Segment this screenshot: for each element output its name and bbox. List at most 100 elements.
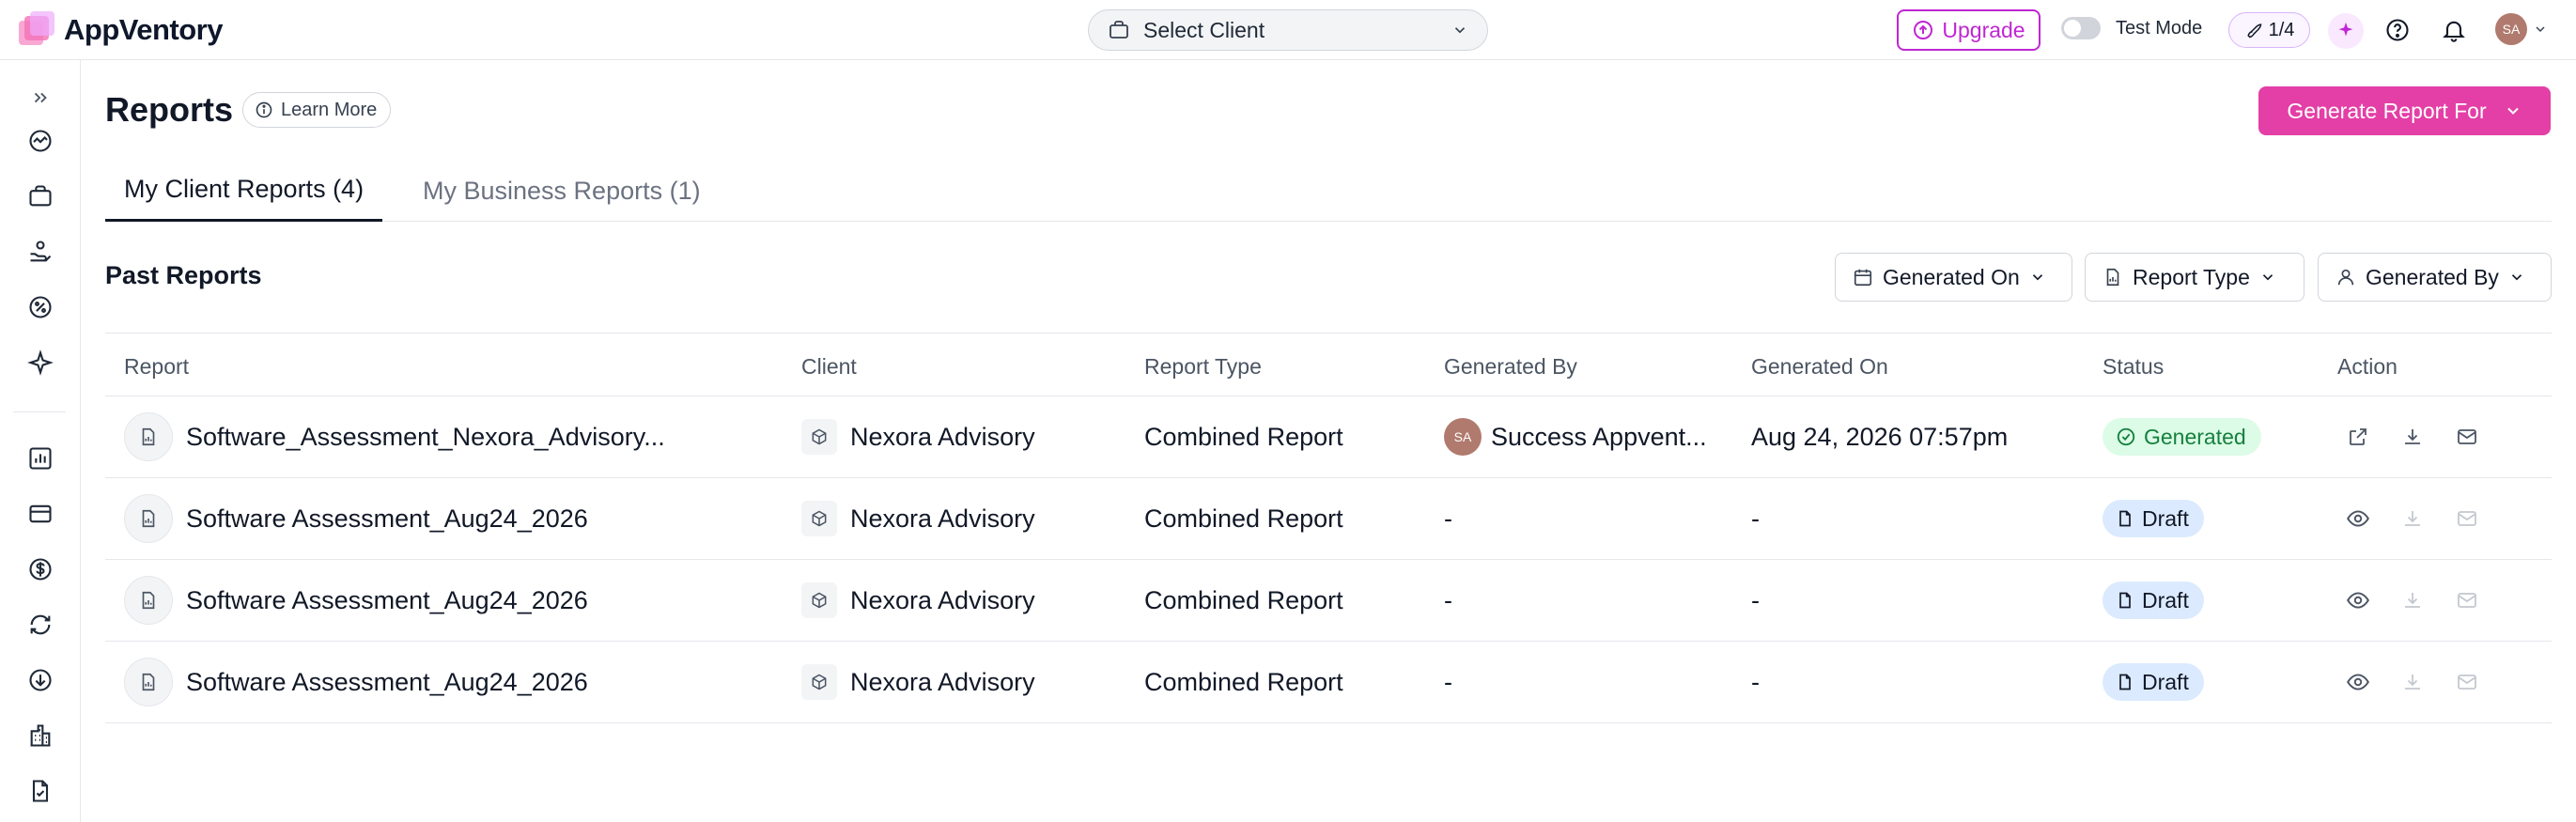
client-cell: Nexora Advisory — [801, 478, 1035, 559]
check-circle-icon — [2117, 427, 2135, 446]
report-cell[interactable]: Software Assessment_Aug24_2026 — [124, 560, 588, 641]
percent-icon — [29, 296, 52, 318]
report-cell[interactable]: Software Assessment_Aug24_2026 — [124, 478, 588, 559]
launch-progress-button[interactable]: 1/4 — [2228, 12, 2310, 48]
file-chart-icon — [124, 576, 173, 625]
cube-icon — [801, 582, 837, 618]
ai-assistant-button[interactable] — [2328, 13, 2364, 49]
logo-icon — [17, 11, 54, 49]
avatar: SA — [2495, 13, 2527, 45]
report-type: Combined Report — [1144, 504, 1343, 533]
section-title: Past Reports — [105, 261, 262, 289]
sidebar-item-downloads[interactable] — [23, 663, 57, 697]
sidebar-item-renewals[interactable] — [23, 608, 57, 642]
filter-label: Report Type — [2133, 264, 2250, 289]
sidebar-item-spend[interactable] — [23, 552, 57, 586]
bell-icon — [2443, 21, 2465, 42]
file-icon — [2119, 510, 2131, 527]
table-row[interactable]: Software Assessment_Aug24_2026 Nexora Ad… — [105, 642, 2552, 723]
app-logo[interactable]: AppVentory — [17, 11, 223, 49]
sidebar-item-discounts[interactable] — [23, 290, 57, 324]
avatar: SA — [1444, 418, 1482, 456]
cube-icon — [801, 664, 837, 700]
report-name: Software_Assessment_Nexora_Advisory... — [186, 422, 665, 451]
generate-report-button[interactable]: Generate Report For — [2258, 86, 2551, 135]
table-row[interactable]: Software_Assessment_Nexora_Advisory... N… — [105, 396, 2552, 478]
sidebar-item-dashboard[interactable] — [23, 124, 57, 158]
table-row[interactable]: Software Assessment_Aug24_2026 Nexora Ad… — [105, 478, 2552, 560]
learn-more-label: Learn More — [281, 99, 378, 120]
sidebar-item-vendors[interactable] — [23, 235, 57, 269]
status-cell: Draft — [2103, 642, 2204, 722]
filter-report-type[interactable]: Report Type — [2085, 253, 2304, 302]
reports-table: Report Client Report Type Generated By G… — [105, 333, 2552, 723]
sync-icon — [30, 614, 51, 635]
bar-chart-icon — [29, 447, 52, 470]
sparkle-icon — [2338, 22, 2353, 37]
building-icon — [30, 724, 51, 747]
card-icon — [29, 504, 52, 523]
test-mode-toggle[interactable] — [2061, 17, 2101, 39]
sidebar-expand-button[interactable] — [23, 81, 57, 115]
chevron-down-icon — [2506, 107, 2519, 115]
app-name: AppVentory — [64, 13, 223, 46]
status-label: Draft — [2142, 669, 2189, 694]
sidebar-item-reports[interactable] — [23, 442, 57, 475]
download-button[interactable] — [2398, 423, 2427, 451]
column-header-action: Action — [2337, 354, 2398, 379]
preview-button[interactable] — [2344, 504, 2372, 533]
download-button — [2398, 668, 2427, 696]
sidebar-item-organization[interactable] — [23, 719, 57, 752]
preview-button[interactable] — [2344, 668, 2372, 696]
client-name: Nexora Advisory — [850, 667, 1035, 696]
column-header-report-type: Report Type — [1144, 354, 1262, 379]
document-check-icon — [32, 780, 49, 802]
chevron-down-icon — [2536, 26, 2545, 33]
user-icon — [2337, 269, 2354, 286]
chevron-down-icon — [2511, 274, 2522, 281]
table-header: Report Client Report Type Generated By G… — [105, 333, 2552, 396]
file-chart-icon — [124, 412, 173, 461]
table-row[interactable]: Software Assessment_Aug24_2026 Nexora Ad… — [105, 560, 2552, 642]
preview-button[interactable] — [2344, 586, 2372, 614]
report-cell[interactable]: Software_Assessment_Nexora_Advisory... — [124, 396, 665, 477]
upgrade-button[interactable]: Upgrade — [1897, 9, 2041, 51]
column-header-client: Client — [801, 354, 857, 379]
help-button[interactable] — [2382, 15, 2413, 45]
report-tabs: My Client Reports (4) My Business Report… — [105, 160, 2552, 222]
tab-my-business-reports[interactable]: My Business Reports (1) — [423, 160, 701, 222]
status-badge: Generated — [2103, 418, 2261, 456]
filter-generated-by[interactable]: Generated By — [2318, 253, 2552, 302]
generated-by: - — [1444, 504, 1452, 533]
client-select[interactable]: Select Client — [1088, 9, 1488, 51]
email-button[interactable] — [2453, 423, 2481, 451]
generated-on: - — [1751, 504, 1760, 533]
file-icon — [2119, 592, 2131, 609]
report-cell[interactable]: Software Assessment_Aug24_2026 — [124, 642, 588, 722]
download-button — [2398, 586, 2427, 614]
sidebar — [0, 60, 81, 822]
vendor-hand-icon — [30, 240, 52, 262]
tab-my-client-reports[interactable]: My Client Reports (4) — [105, 160, 383, 222]
open-external-button[interactable] — [2344, 423, 2372, 451]
user-menu[interactable]: SA — [2495, 13, 2548, 45]
learn-more-button[interactable]: Learn More — [242, 92, 392, 128]
generated-by-name: Success Appvent... — [1491, 422, 1707, 451]
filter-generated-on[interactable]: Generated On — [1835, 253, 2072, 302]
notifications-button[interactable] — [2439, 15, 2469, 45]
row-actions — [2344, 642, 2481, 722]
rocket-icon — [2246, 23, 2261, 39]
sidebar-item-compliance[interactable] — [23, 774, 57, 808]
chevron-down-icon — [2262, 274, 2273, 281]
column-header-generated-on: Generated On — [1751, 354, 1888, 379]
column-header-status: Status — [2103, 354, 2165, 379]
file-chart-icon — [124, 494, 173, 543]
help-icon — [2386, 19, 2409, 41]
report-name: Software Assessment_Aug24_2026 — [186, 504, 588, 533]
sidebar-item-applications[interactable] — [23, 179, 57, 213]
client-select-label: Select Client — [1143, 17, 1265, 42]
cube-icon — [801, 501, 837, 536]
info-icon — [256, 101, 272, 118]
sidebar-item-cards[interactable] — [23, 497, 57, 531]
sidebar-item-ai[interactable] — [23, 346, 57, 380]
